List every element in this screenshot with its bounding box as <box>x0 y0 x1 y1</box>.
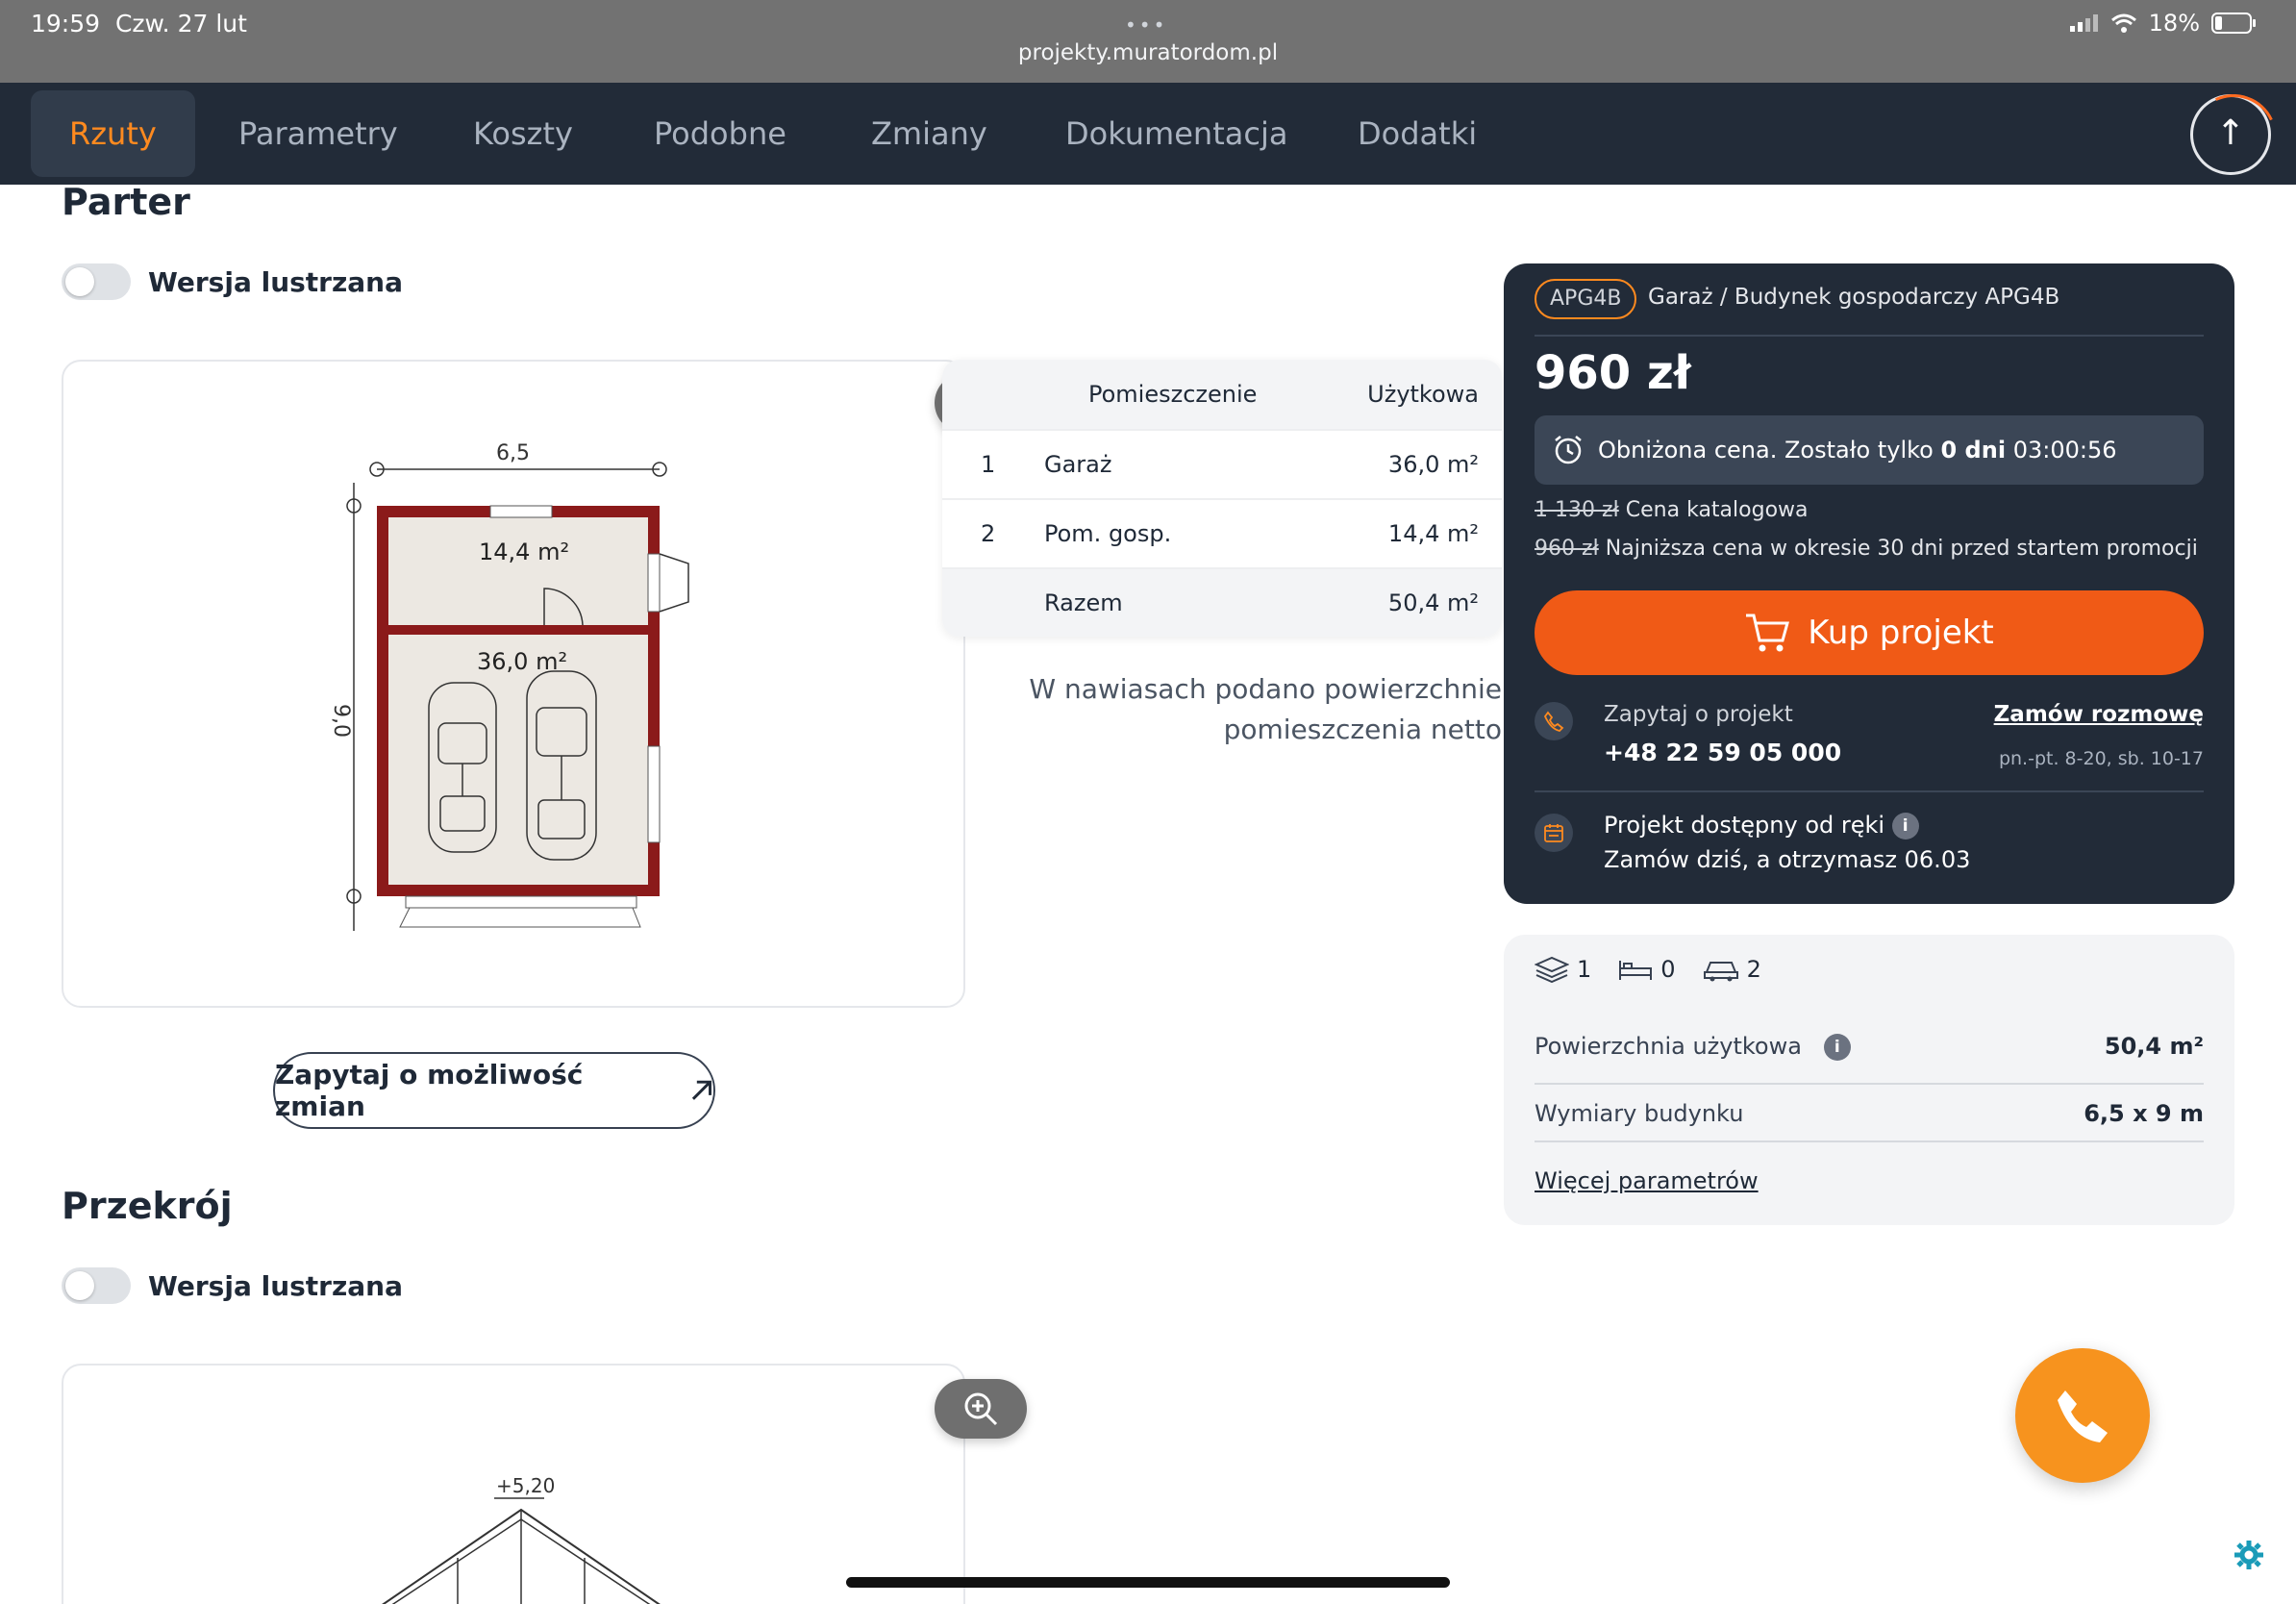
price-card: APG4B Garaż / Budynek gospodarczy APG4B … <box>1504 263 2234 904</box>
lowest-price-row: 960 zł Najniższa cena w okresie 30 dni p… <box>1535 537 2198 561</box>
tab-dodatki[interactable]: Dodatki <box>1319 90 1515 177</box>
divider <box>1535 790 2204 792</box>
table-total-row: Razem 50,4 m² <box>942 567 1502 637</box>
rooms-table-header: Pomieszczenie Użytkowa <box>942 360 1502 429</box>
divider <box>1535 1083 2204 1085</box>
promo-banner: Obniżona cena. Zostało tylko 0 dni 03:00… <box>1535 415 2204 485</box>
status-indicators: 18% <box>2069 10 2258 37</box>
project-code-badge: APG4B <box>1535 279 1637 319</box>
phone-icon <box>1535 702 1573 740</box>
order-call-link[interactable]: Zamów rozmowę <box>1994 702 2204 727</box>
price: 960 zł <box>1535 346 1691 400</box>
more-params-link[interactable]: Więcej parametrów <box>1535 1167 1759 1194</box>
gear-icon[interactable] <box>2233 1539 2265 1571</box>
floor-plan-image[interactable]: 6,5 9,0 14,4 m² 36,0 m² <box>62 360 965 1008</box>
divider <box>1535 335 2204 337</box>
param-dims-row: Wymiary budynku 6,5 x 9 m <box>1535 1100 2204 1127</box>
section-drawing: +5,20 <box>382 1474 661 1604</box>
param-area-row: Powierzchnia użytkowa i 50,4 m² <box>1535 1033 2204 1061</box>
alarm-clock-icon <box>1555 436 1582 464</box>
header-room: Pomieszczenie <box>1088 381 1258 408</box>
zoom-section-button[interactable] <box>935 1379 1027 1439</box>
tab-dokumentacja[interactable]: Dokumentacja <box>1027 90 1326 177</box>
availability-title: Projekt dostępny od ręki i <box>1604 812 1919 840</box>
plan-width-dim: 6,5 <box>496 441 530 465</box>
scroll-to-top-button[interactable]: ↑ <box>2190 94 2271 175</box>
section-plan-image[interactable]: +5,20 <box>62 1364 965 1604</box>
plan-room-top-area: 14,4 m² <box>479 539 569 565</box>
tab-podobne[interactable]: Podobne <box>615 90 825 177</box>
mirror-toggle[interactable] <box>62 263 131 300</box>
floors-icon <box>1535 956 1569 983</box>
battery-percent: 18% <box>2148 10 2200 37</box>
status-time: 19:59 Czw. 27 lut <box>31 10 247 38</box>
ask-changes-button[interactable]: Zapytaj o możliwość zmian <box>273 1052 715 1129</box>
cars-count: 2 <box>1746 956 1761 983</box>
catalog-price-row: 1 130 zł Cena katalogowa <box>1535 498 1809 522</box>
bed-icon <box>1619 961 1653 980</box>
table-row: 2 Pom. gosp. 14,4 m² <box>942 498 1502 567</box>
car-icon <box>1703 962 1738 982</box>
contact-label: Zapytaj o projekt <box>1604 702 1793 727</box>
arrow-up-right-icon <box>691 1080 711 1100</box>
signal-icon <box>2069 14 2098 32</box>
calendar-icon <box>1535 814 1573 852</box>
arrow-up-icon: ↑ <box>2215 113 2246 153</box>
header-area: Użytkowa <box>1367 381 1479 408</box>
tab-zmiany[interactable]: Zmiany <box>833 90 1026 177</box>
table-row: 1 Garaż 36,0 m² <box>942 429 1502 498</box>
mirror-toggle-label: Wersja lustrzana <box>148 265 404 298</box>
battery-icon <box>2211 13 2256 34</box>
call-button[interactable] <box>2015 1348 2150 1483</box>
params-card: 1 0 2 Powierzchnia użytkowa i 50,4 m² Wy… <box>1504 935 2234 1225</box>
status-bar: 19:59 Czw. 27 lut ••• projekty.muratordo… <box>0 0 2296 83</box>
bedrooms-count: 0 <box>1660 956 1676 983</box>
mirror-toggle-label: Wersja lustrzana <box>148 1269 404 1302</box>
floor-plan-drawing: 6,5 9,0 14,4 m² 36,0 m² <box>329 441 689 931</box>
buy-project-button[interactable]: Kup projekt <box>1535 590 2204 675</box>
section-nav: Rzuty Parametry Koszty Podobne Zmiany Do… <box>0 83 2296 185</box>
mirror-toggle-section[interactable] <box>62 1267 131 1304</box>
section-title-przekroj: Przekrój <box>62 1185 233 1227</box>
info-icon[interactable]: i <box>1823 1034 1851 1061</box>
cart-icon <box>1746 614 1790 652</box>
url-bar[interactable]: projekty.muratordom.pl <box>0 40 2296 65</box>
hours-text: pn.-pt. 8-20, sb. 10-17 <box>1998 748 2204 769</box>
quick-stats: 1 0 2 <box>1535 956 1761 983</box>
net-area-note: W nawiasach podano powierzchnie pomieszc… <box>1029 673 1502 745</box>
more-dots-icon[interactable]: ••• <box>1125 13 1167 37</box>
plan-height-dim: 9,0 <box>329 704 353 738</box>
availability-subtitle: Zamów dziś, a otrzymasz 06.03 <box>1604 846 1971 873</box>
info-icon[interactable]: i <box>1891 813 1919 840</box>
tab-rzuty[interactable]: Rzuty <box>31 90 195 177</box>
tab-parametry[interactable]: Parametry <box>200 90 437 177</box>
contact-phone-link[interactable]: +48 22 59 05 000 <box>1604 739 1841 766</box>
rooms-table: Pomieszczenie Użytkowa 1 Garaż 36,0 m² 2… <box>942 360 1502 637</box>
home-indicator[interactable] <box>846 1577 1450 1588</box>
zoom-in-icon <box>964 1392 998 1426</box>
section-height-label: +5,20 <box>496 1474 555 1497</box>
mirror-toggle-row-section: Wersja lustrzana <box>62 1267 403 1304</box>
mirror-toggle-row: Wersja lustrzana <box>62 263 403 300</box>
tab-koszty[interactable]: Koszty <box>435 90 611 177</box>
phone-icon <box>2058 1391 2108 1442</box>
section-title-parter: Parter <box>62 181 190 223</box>
wifi-icon <box>2110 13 2136 33</box>
divider <box>1535 1140 2204 1142</box>
floors-count: 1 <box>1577 956 1592 983</box>
project-title: Garaż / Budynek gospodarczy APG4B <box>1648 285 2060 310</box>
